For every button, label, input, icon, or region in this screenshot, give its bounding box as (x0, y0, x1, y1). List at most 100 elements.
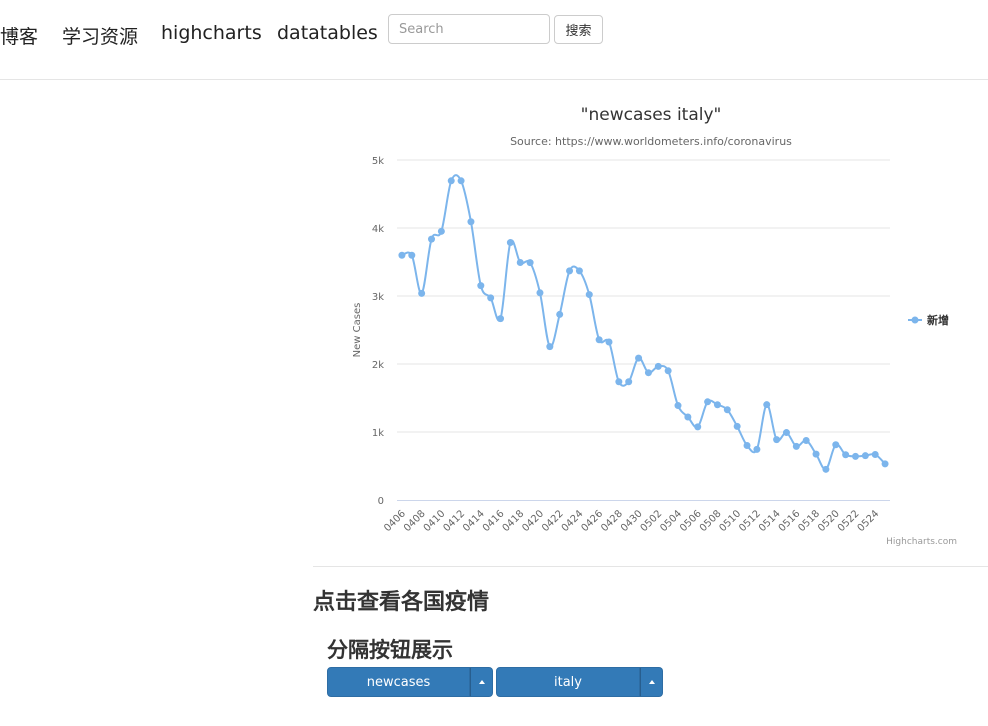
y-tick-label: 4k (372, 224, 384, 235)
x-tick-label: 0416 (481, 508, 507, 534)
data-point (851, 452, 859, 460)
data-point (447, 177, 455, 185)
x-tick-label: 0420 (520, 508, 546, 534)
x-tick-label: 0520 (816, 508, 842, 534)
data-point (644, 369, 652, 377)
chart-credits: Highcharts.com (886, 537, 957, 547)
data-point (802, 437, 810, 444)
y-axis-title: New Cases (352, 303, 363, 358)
data-point (881, 460, 889, 468)
data-point (615, 378, 623, 386)
caret-up-icon (649, 680, 655, 684)
x-tick-label: 0502 (639, 508, 665, 534)
x-tick-label: 0424 (560, 508, 586, 534)
data-point (536, 289, 544, 297)
x-tick-label: 0406 (382, 508, 408, 534)
data-point (546, 343, 554, 351)
data-point (812, 450, 820, 458)
data-point (635, 354, 643, 362)
data-point (704, 398, 712, 406)
x-tick-label: 0408 (402, 508, 428, 534)
data-point (674, 402, 682, 410)
data-point (477, 282, 485, 290)
data-point (654, 362, 662, 370)
data-point (526, 259, 534, 267)
x-tick-label: 0512 (737, 508, 763, 534)
y-tick-label: 2k (372, 360, 384, 371)
data-point (753, 445, 761, 453)
nav-link-datatables[interactable]: datatables (277, 22, 378, 44)
data-point (694, 423, 702, 431)
search-input[interactable] (388, 14, 550, 44)
nav-link-highcharts[interactable]: highcharts (161, 22, 262, 44)
data-point (713, 401, 721, 409)
y-tick-label: 1k (372, 428, 384, 439)
x-tick-label: 0426 (579, 508, 605, 534)
data-point (605, 338, 613, 346)
country-dropdown-toggle[interactable] (640, 667, 663, 697)
data-point (398, 251, 406, 259)
nav-link-blog[interactable]: 博客 (0, 22, 38, 49)
country-split-button: italy (496, 667, 663, 697)
nav-link-resources[interactable]: 学习资源 (62, 22, 138, 49)
y-tick-label: 5k (372, 156, 384, 167)
section-subheading: 分隔按钮展示 (327, 638, 453, 662)
data-point (408, 251, 416, 259)
data-point (743, 441, 751, 449)
chart-title: "newcases italy" (581, 105, 722, 125)
data-point (516, 258, 524, 266)
x-tick-label: 0506 (678, 508, 704, 534)
x-tick-label: 0522 (836, 508, 862, 534)
x-tick-label: 0510 (718, 508, 744, 534)
data-point (832, 441, 840, 449)
legend-item-label: 新增 (927, 313, 949, 327)
caret-up-icon (479, 680, 485, 684)
data-point (556, 310, 564, 318)
metric-split-button: newcases (327, 667, 493, 697)
data-point (566, 267, 574, 275)
series-line (401, 174, 886, 471)
data-point (595, 336, 603, 344)
chart-subtitle: Source: https://www.worldometers.info/co… (510, 135, 792, 148)
data-point (861, 452, 869, 460)
data-point (792, 442, 800, 450)
top-navbar: 博客 学习资源 highcharts datatables 搜索 (0, 0, 988, 80)
data-point (723, 406, 731, 414)
x-tick-label: 0412 (441, 508, 467, 534)
x-tick-label: 0430 (619, 508, 645, 534)
data-point (625, 378, 633, 386)
data-point (871, 451, 879, 459)
data-point (428, 235, 436, 243)
data-point (497, 315, 505, 323)
data-point (585, 291, 593, 299)
metric-select-button[interactable]: newcases (327, 667, 470, 697)
data-point (842, 451, 850, 459)
data-point (418, 289, 426, 297)
section-heading: 点击查看各国疫情 (313, 590, 490, 615)
data-point (664, 367, 672, 375)
data-point (763, 401, 771, 409)
metric-dropdown-toggle[interactable] (470, 667, 493, 697)
line-chart: "newcases italy" Source: https://www.worl… (352, 105, 957, 547)
y-tick-label: 3k (372, 292, 384, 303)
legend-symbol-marker (911, 316, 919, 324)
x-tick-label: 0508 (698, 508, 724, 534)
data-point (684, 413, 692, 421)
country-select-button[interactable]: italy (496, 667, 640, 697)
x-tick-label: 0428 (599, 508, 625, 534)
data-point (487, 294, 495, 302)
x-tick-label: 0418 (501, 508, 527, 534)
x-tick-label: 0414 (461, 508, 487, 534)
search-button[interactable]: 搜索 (554, 15, 603, 44)
data-point (773, 436, 781, 444)
x-tick-label: 0504 (658, 508, 684, 534)
data-point (782, 429, 790, 437)
data-point (467, 218, 475, 226)
data-point (733, 422, 741, 430)
x-tick-label: 0516 (777, 508, 803, 534)
x-tick-label: 0514 (757, 508, 783, 534)
y-tick-label: 0 (378, 496, 384, 507)
x-tick-label: 0518 (796, 508, 822, 534)
x-tick-label: 0524 (856, 508, 882, 534)
x-tick-label: 0410 (422, 508, 448, 534)
